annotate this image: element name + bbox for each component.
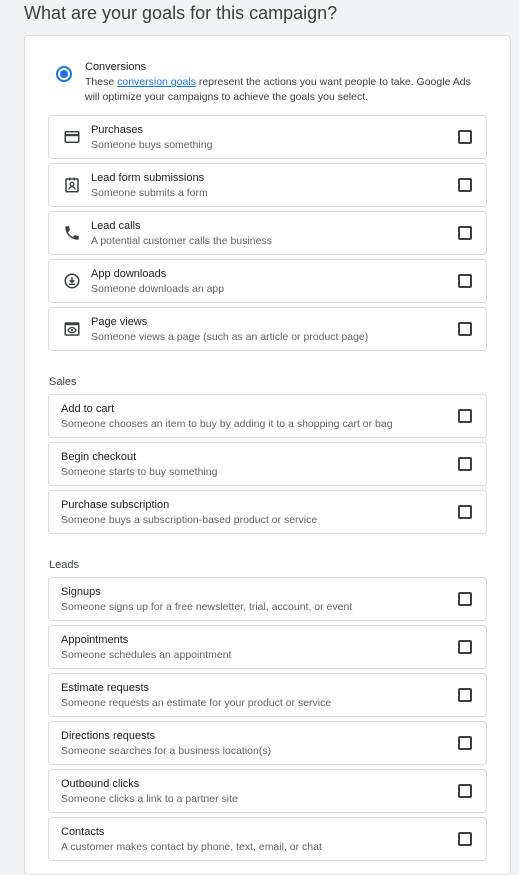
goal-title: App downloads <box>91 268 167 280</box>
goal-description: Someone clicks a link to a partner site <box>61 793 238 805</box>
goal-checkbox[interactable] <box>458 130 472 144</box>
contact-form-icon <box>62 175 82 195</box>
goal-card-app-downloads[interactable]: App downloads Someone downloads an app <box>48 259 487 303</box>
goal-checkbox[interactable] <box>458 226 472 240</box>
goal-checkbox[interactable] <box>458 688 472 702</box>
goal-description: Someone downloads an app <box>91 283 225 295</box>
goal-title: Lead calls <box>91 220 141 232</box>
section-label-leads: Leads <box>49 559 79 571</box>
goal-checkbox[interactable] <box>458 274 472 288</box>
goal-title: Purchases <box>91 124 143 136</box>
goal-checkbox[interactable] <box>458 640 472 654</box>
section-label-sales: Sales <box>49 376 77 388</box>
page-title: What are your goals for this campaign? <box>24 3 338 23</box>
goal-title: Signups <box>61 586 101 598</box>
goal-card-begin-checkout[interactable]: Begin checkout Someone starts to buy som… <box>48 442 487 486</box>
goal-card-purchase-subscription[interactable]: Purchase subscription Someone buys a sub… <box>48 490 487 534</box>
conversions-title: Conversions <box>85 61 147 73</box>
goal-description: Someone buys something <box>91 139 213 151</box>
goal-checkbox[interactable] <box>458 178 472 192</box>
goal-card-lead-calls[interactable]: Lead calls A potential customer calls th… <box>48 211 487 255</box>
goal-card-directions-requests[interactable]: Directions requests Someone searches for… <box>48 721 487 765</box>
conversion-goals-link[interactable]: conversion goals <box>117 76 196 88</box>
conversions-description: These conversion goals represent the act… <box>85 75 487 105</box>
goal-checkbox[interactable] <box>458 457 472 471</box>
conversions-radio[interactable] <box>56 66 72 82</box>
goal-title: Appointments <box>61 634 129 646</box>
goal-checkbox[interactable] <box>458 322 472 336</box>
goal-title: Begin checkout <box>61 451 137 463</box>
goal-title: Contacts <box>61 826 105 838</box>
goal-description: Someone submits a form <box>91 187 208 199</box>
goal-card-estimate-requests[interactable]: Estimate requests Someone requests an es… <box>48 673 487 717</box>
goal-checkbox[interactable] <box>458 409 472 423</box>
goal-checkbox[interactable] <box>458 592 472 606</box>
goal-description: Someone views a page (such as an article… <box>91 331 369 343</box>
goal-card-contacts[interactable]: Contacts A customer makes contact by pho… <box>48 817 487 861</box>
goal-title: Add to cart <box>61 403 115 415</box>
goal-title: Outbound clicks <box>61 778 140 790</box>
credit-card-icon <box>62 127 82 147</box>
goal-card-page-views[interactable]: Page views Someone views a page (such as… <box>48 307 487 351</box>
conversions-desc-before: These <box>85 76 118 88</box>
download-circle-icon <box>62 271 82 291</box>
goal-checkbox[interactable] <box>458 505 472 519</box>
goal-title: Directions requests <box>61 730 156 742</box>
goal-description: Someone requests an estimate for your pr… <box>61 697 332 709</box>
goal-description: Someone buys a subscription-based produc… <box>61 514 318 526</box>
goal-checkbox[interactable] <box>458 784 472 798</box>
goal-description: Someone signs up for a free newsletter, … <box>61 601 353 613</box>
goal-card-add-to-cart[interactable]: Add to cart Someone chooses an item to b… <box>48 394 487 438</box>
goal-description: Someone starts to buy something <box>61 466 218 478</box>
goal-description: A potential customer calls the business <box>91 235 272 247</box>
goal-description: A customer makes contact by phone, text,… <box>61 841 322 853</box>
goal-card-signups[interactable]: Signups Someone signs up for a free news… <box>48 577 487 621</box>
goal-title: Purchase subscription <box>61 499 170 511</box>
view-page-icon <box>62 319 82 339</box>
goal-description: Someone searches for a business location… <box>61 745 272 757</box>
goal-title: Page views <box>91 316 148 328</box>
goal-card-purchases[interactable]: Purchases Someone buys something <box>48 115 487 159</box>
goal-title: Lead form submissions <box>91 172 205 184</box>
goal-card-appointments[interactable]: Appointments Someone schedules an appoin… <box>48 625 487 669</box>
goal-card-lead-form-submissions[interactable]: Lead form submissions Someone submits a … <box>48 163 487 207</box>
goal-description: Someone schedules an appointment <box>61 649 232 661</box>
goal-checkbox[interactable] <box>458 832 472 846</box>
goal-card-outbound-clicks[interactable]: Outbound clicks Someone clicks a link to… <box>48 769 487 813</box>
phone-icon <box>62 223 82 243</box>
goal-checkbox[interactable] <box>458 736 472 750</box>
goal-title: Estimate requests <box>61 682 150 694</box>
goal-description: Someone chooses an item to buy by adding… <box>61 418 393 430</box>
